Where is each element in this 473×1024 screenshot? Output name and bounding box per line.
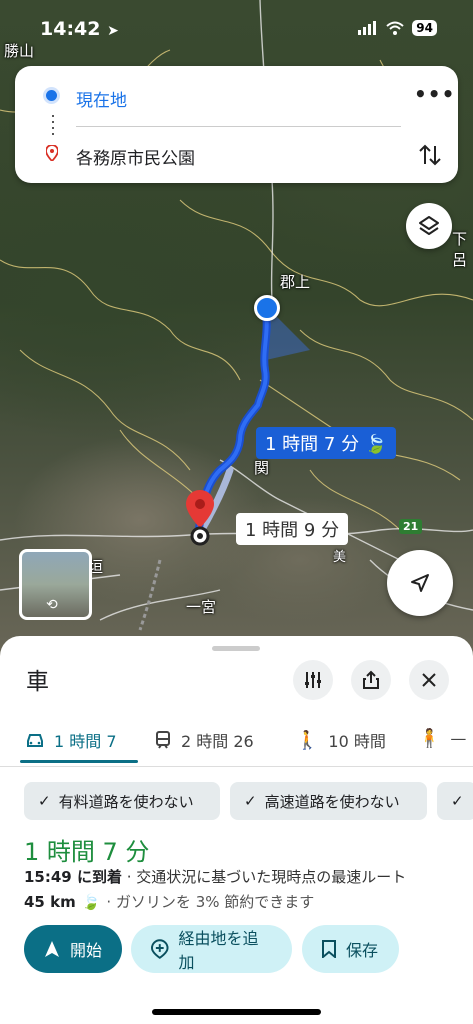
cellular-signal-icon xyxy=(358,21,377,35)
rotate-360-icon: ⟲ xyxy=(46,597,58,613)
tab-transit[interactable]: 2 時間 26 xyxy=(155,728,254,752)
close-button[interactable] xyxy=(409,660,449,700)
save-button[interactable]: 保存 xyxy=(302,925,399,973)
swap-vertical-icon xyxy=(419,144,441,166)
arrival-time: 15:49 に到着 xyxy=(24,868,122,886)
tab-hike-label: — xyxy=(450,729,467,748)
active-tab-indicator xyxy=(20,760,138,763)
chip-avoid-tolls-label: 有料道路を使わない xyxy=(58,792,194,811)
chip-more[interactable]: ✓ xyxy=(437,782,473,820)
check-icon: ✓ xyxy=(451,792,464,810)
fuel-saving-note: · ガソリンを 3% 節約できます xyxy=(106,893,315,911)
add-stop-label: 経由地を追加 xyxy=(178,929,259,972)
car-icon xyxy=(27,734,43,747)
more-horizontal-icon: ••• xyxy=(414,82,456,106)
home-indicator xyxy=(152,1009,321,1015)
tab-hike[interactable]: 🧍 — xyxy=(418,728,466,749)
add-stop-button[interactable]: 経由地を追加 xyxy=(131,925,292,973)
route-connector xyxy=(52,115,54,135)
sheet-title: 車 xyxy=(26,669,49,695)
tune-icon xyxy=(305,672,321,688)
check-icon: ✓ xyxy=(244,792,257,810)
clock-text: 14:42 xyxy=(40,18,101,40)
chip-avoid-highways[interactable]: ✓ 高速道路を使わない xyxy=(230,782,427,820)
layers-icon xyxy=(419,216,439,235)
close-icon xyxy=(422,673,436,687)
save-label: 保存 xyxy=(346,941,379,960)
share-icon xyxy=(363,670,379,689)
tab-walk-label: 10 時間 xyxy=(328,732,386,751)
battery-indicator: 94 xyxy=(412,20,437,36)
distance-info: 45 km 🍃 · ガソリンを 3% 節約できます xyxy=(24,891,314,912)
alternative-route-badge[interactable]: 1 時間 9 分 xyxy=(236,513,349,545)
route-distance: 45 km xyxy=(24,892,76,911)
location-arrow-icon: ➤ xyxy=(107,23,119,39)
start-navigation-button[interactable]: 開始 xyxy=(24,925,122,973)
bookmark-icon xyxy=(322,940,336,958)
destination-marker-icon xyxy=(46,145,58,161)
arrival-info: 15:49 に到着 · 交通状況に基づいた現時点の最速ルート xyxy=(24,866,406,887)
share-button[interactable] xyxy=(351,660,391,700)
navigation-icon xyxy=(45,941,59,957)
map-label-gujo: 郡上 xyxy=(280,273,311,291)
eco-leaf-icon: 🍃 xyxy=(81,892,101,911)
eco-leaf-icon: 🍃 xyxy=(364,434,388,455)
road-shield: 21 xyxy=(399,519,423,534)
route-options-button[interactable] xyxy=(293,660,333,700)
destination-pin-icon[interactable] xyxy=(186,490,214,550)
tab-drive-label: 1 時間 7 xyxy=(54,732,117,751)
primary-route-time: 1 時間 7 分 xyxy=(265,434,360,455)
wifi-icon xyxy=(386,21,404,35)
primary-route-badge[interactable]: 1 時間 7 分 🍃 xyxy=(256,427,397,459)
sheet-drag-handle[interactable] xyxy=(212,646,260,651)
card-divider xyxy=(76,126,401,127)
swap-button[interactable] xyxy=(415,140,445,170)
destination-input[interactable]: 各務原市民公園 xyxy=(76,144,195,169)
street-view-thumbnail[interactable]: ⟲ xyxy=(19,549,92,620)
check-icon: ✓ xyxy=(38,792,51,810)
tab-drive[interactable]: 1 時間 7 xyxy=(26,728,117,752)
navigation-arrow-icon xyxy=(411,574,429,592)
status-bar: 14:42 ➤ 94 xyxy=(0,0,473,62)
recenter-button[interactable] xyxy=(387,550,453,616)
walk-icon: 🚶 xyxy=(296,729,319,751)
origin-input[interactable]: 現在地 xyxy=(76,86,127,111)
chip-avoid-tolls[interactable]: ✓ 有料道路を使わない xyxy=(24,782,220,820)
origin-dot-icon xyxy=(46,90,57,101)
add-location-icon xyxy=(151,939,169,959)
tab-transit-label: 2 時間 26 xyxy=(181,732,254,751)
more-options-button[interactable]: ••• xyxy=(414,82,454,110)
eta-duration: 1 時間 7 分 xyxy=(24,838,150,866)
map-label-seki: 関 xyxy=(254,459,270,477)
map-label-ichinomiya: 一宮 xyxy=(186,598,217,616)
arrival-note: · 交通状況に基づいた現時点の最速ルート xyxy=(121,868,407,886)
start-label: 開始 xyxy=(70,941,103,960)
map-label-mino: 美 xyxy=(333,550,347,565)
status-time: 14:42 ➤ xyxy=(40,18,119,40)
chip-avoid-highways-label: 高速道路を使わない xyxy=(264,792,400,811)
transit-icon xyxy=(156,731,170,749)
layers-button[interactable] xyxy=(406,203,452,249)
current-location-dot xyxy=(254,295,280,321)
hike-icon: 🧍 xyxy=(418,728,441,749)
tab-walk[interactable]: 🚶 10 時間 xyxy=(296,728,386,752)
map-label-gero: 下呂 xyxy=(452,230,468,269)
